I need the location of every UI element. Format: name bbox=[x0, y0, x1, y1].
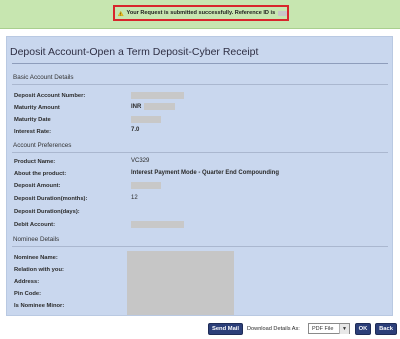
maturity-amount-currency: INR bbox=[131, 104, 142, 110]
section-divider bbox=[12, 246, 388, 247]
send-mail-button[interactable]: Send Mail bbox=[208, 323, 243, 335]
title-divider bbox=[12, 63, 388, 64]
product-name-label: Product Name: bbox=[14, 159, 56, 165]
notice-text: Your Request is submitted successfully. … bbox=[126, 10, 276, 16]
maturity-amount-redacted bbox=[144, 103, 175, 110]
download-details-label: Download Details As: bbox=[247, 326, 300, 332]
deposit-amount-label: Deposit Amount: bbox=[14, 183, 61, 189]
deposit-duration-days-label: Deposit Duration(days): bbox=[14, 209, 80, 215]
about-product-value: Interest Payment Mode - Quarter End Comp… bbox=[131, 170, 280, 176]
deposit-duration-months-label: Deposit Duration(months): bbox=[14, 196, 88, 202]
pin-code-label: Pin Code: bbox=[14, 291, 42, 297]
about-product-label: About the product: bbox=[14, 171, 67, 177]
warning-icon bbox=[118, 10, 124, 16]
reference-id-redacted bbox=[278, 10, 287, 16]
deposit-account-number-redacted bbox=[131, 92, 184, 99]
relation-label: Relation with you: bbox=[14, 267, 64, 273]
maturity-amount-label: Maturity Amount bbox=[14, 105, 60, 111]
section-nominee-details: Nominee Details bbox=[13, 236, 60, 243]
interest-rate-value: 7.0 bbox=[131, 127, 140, 133]
maturity-date-redacted bbox=[131, 116, 161, 123]
interest-rate-label: Interest Rate: bbox=[14, 129, 52, 135]
deposit-account-number-label: Deposit Account Number: bbox=[14, 93, 86, 99]
deposit-duration-months-value: 12 bbox=[131, 195, 138, 201]
back-button[interactable]: Back bbox=[375, 323, 397, 335]
section-account-preferences: Account Preferences bbox=[13, 142, 72, 149]
success-notice: Your Request is submitted successfully. … bbox=[113, 5, 289, 21]
ok-button[interactable]: OK bbox=[355, 323, 371, 335]
chevron-down-icon[interactable]: ▼ bbox=[339, 324, 349, 334]
section-divider bbox=[12, 84, 388, 85]
download-format-select[interactable]: PDF File ▼ bbox=[308, 323, 350, 334]
deposit-amount-redacted bbox=[131, 182, 161, 189]
download-format-value: PDF File bbox=[312, 325, 334, 332]
maturity-date-label: Maturity Date bbox=[14, 117, 51, 123]
address-label: Address: bbox=[14, 279, 40, 285]
product-name-value: VC329 bbox=[131, 158, 150, 164]
nominee-details-redacted bbox=[127, 251, 234, 315]
section-basic-account-details: Basic Account Details bbox=[13, 74, 74, 81]
nominee-minor-label: Is Nominee Minor: bbox=[14, 303, 65, 309]
debit-account-label: Debit Account: bbox=[14, 222, 56, 228]
page-title: Deposit Account-Open a Term Deposit-Cybe… bbox=[10, 46, 259, 58]
debit-account-redacted bbox=[131, 221, 184, 228]
section-divider bbox=[12, 152, 388, 153]
nominee-name-label: Nominee Name: bbox=[14, 255, 58, 261]
